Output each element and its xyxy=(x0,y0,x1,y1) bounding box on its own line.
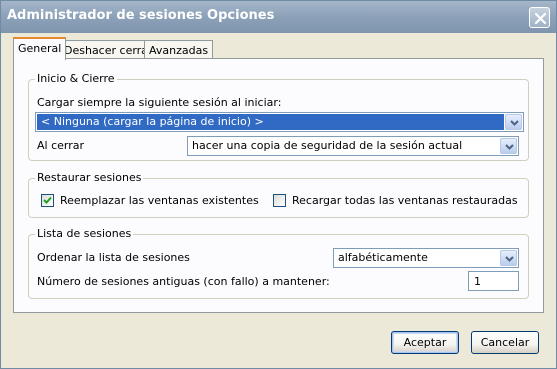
tab-panel-general: Inicio & Cierre Cargar siempre la siguie… xyxy=(13,58,544,313)
old-sessions-input[interactable]: 1 xyxy=(468,271,519,291)
old-sessions-value: 1 xyxy=(474,275,481,288)
group-legend: Lista de sesiones xyxy=(35,227,134,240)
on-close-label: Al cerrar xyxy=(37,139,85,152)
reload-windows-label[interactable]: Recargar todas las ventanas restauradas xyxy=(292,194,518,207)
accept-button[interactable]: Aceptar xyxy=(391,331,459,354)
title-bar[interactable]: Administrador de sesiones Opciones xyxy=(1,1,556,33)
group-legend: Inicio & Cierre xyxy=(35,72,117,85)
sort-list-select[interactable]: alfabéticamente xyxy=(333,248,519,268)
reload-windows-checkbox[interactable] xyxy=(273,194,286,207)
group-lista-sesiones: Lista de sesiones Ordenar la lista de se… xyxy=(28,227,529,299)
options-dialog: Administrador de sesiones Opciones Gener… xyxy=(0,0,557,369)
startup-session-dropdown-button[interactable] xyxy=(505,114,522,130)
chevron-down-icon xyxy=(505,144,514,150)
group-inicio-cierre: Inicio & Cierre Cargar siempre la siguie… xyxy=(28,72,529,161)
checkmark-icon xyxy=(43,196,52,204)
chevron-down-icon xyxy=(510,120,519,126)
group-legend: Restaurar sesiones xyxy=(35,171,144,184)
sort-list-dropdown-button[interactable] xyxy=(500,250,517,266)
group-restaurar-sesiones: Restaurar sesiones Reemplazar las ventan… xyxy=(28,171,529,218)
cancel-button[interactable]: Cancelar xyxy=(471,331,539,354)
on-close-dropdown-button[interactable] xyxy=(500,138,517,154)
chevron-down-icon xyxy=(505,256,514,262)
sort-list-value: alfabéticamente xyxy=(338,251,428,264)
on-close-select[interactable]: hacer una copia de seguridad de la sesió… xyxy=(187,136,519,156)
on-close-value: hacer una copia de seguridad de la sesió… xyxy=(192,139,463,152)
close-button[interactable] xyxy=(529,7,550,28)
window-title: Administrador de sesiones Opciones xyxy=(7,8,275,23)
startup-session-value: < Ninguna (cargar la página de inicio) > xyxy=(41,115,264,128)
replace-windows-label[interactable]: Reemplazar las ventanas existentes xyxy=(60,194,259,207)
startup-session-select[interactable]: < Ninguna (cargar la página de inicio) > xyxy=(35,112,524,132)
startup-session-label: Cargar siempre la siguiente sesión al in… xyxy=(37,96,282,109)
sort-list-label: Ordenar la lista de sesiones xyxy=(37,251,190,264)
close-icon xyxy=(534,12,547,25)
replace-windows-checkbox[interactable] xyxy=(41,194,54,207)
old-sessions-label: Número de sesiones antiguas (con fallo) … xyxy=(37,275,330,288)
tab-general[interactable]: General xyxy=(13,37,67,60)
